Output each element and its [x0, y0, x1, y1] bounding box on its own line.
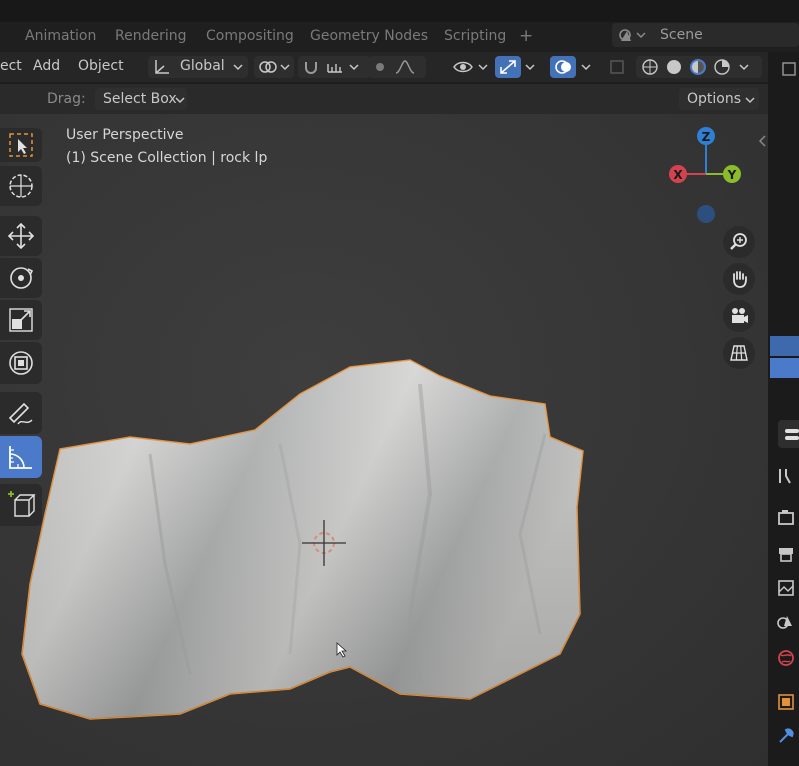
scale-icon [9, 308, 33, 332]
x-axis-label: X [673, 168, 683, 182]
3d-cursor-icon[interactable] [302, 518, 346, 568]
transform-icon [9, 351, 33, 375]
view-layer-properties-icon[interactable] [776, 578, 796, 598]
shading-mode-icons [642, 59, 749, 75]
add-workspace-button[interactable]: + [519, 26, 533, 46]
tool-add-cube[interactable] [0, 484, 42, 526]
tool-properties-icon[interactable] [776, 466, 796, 486]
scene-properties-icon[interactable] [776, 612, 796, 632]
menu-select[interactable]: ect [0, 58, 22, 74]
drag-label: Drag: [47, 91, 86, 107]
tab-geometry-nodes[interactable]: Geometry Nodes [310, 28, 428, 44]
scene-icon[interactable] [617, 26, 647, 44]
chevron-down-icon [175, 97, 185, 104]
zoom-icon [730, 233, 747, 250]
proportional-edit-icon [376, 60, 415, 74]
options-label: Options [687, 91, 742, 107]
grid-icon [730, 345, 748, 361]
chevron-down-icon [745, 97, 755, 104]
menu-object[interactable]: Object [78, 58, 124, 74]
tab-rendering[interactable]: Rendering [115, 28, 187, 44]
tab-scripting[interactable]: Scripting [444, 28, 506, 44]
y-axis-label: Y [727, 168, 737, 182]
measure-icon [9, 446, 32, 469]
menu-add[interactable]: Add [33, 58, 60, 74]
gizmo-arrow-icon [500, 60, 516, 74]
scene-name[interactable]: Scene [660, 27, 703, 43]
mouse-pointer-icon [336, 642, 348, 658]
camera-view-button[interactable] [723, 300, 755, 332]
cursor-icon [9, 174, 33, 198]
select-box-icon [9, 133, 33, 157]
outliner-selected-row[interactable] [770, 336, 799, 356]
tool-move[interactable] [0, 216, 42, 256]
move-icon [7, 222, 35, 250]
tool-scale[interactable] [0, 300, 42, 340]
tool-rotate[interactable] [0, 258, 42, 298]
orientation-axes-icon [155, 60, 169, 74]
world-properties-icon[interactable] [776, 648, 796, 668]
output-properties-icon[interactable] [776, 544, 796, 564]
snap-magnet-icon [305, 62, 359, 74]
chevron-down-icon[interactable] [524, 62, 536, 72]
hand-icon [733, 271, 747, 288]
transform-orientation-value: Global [180, 58, 225, 74]
visibility-eye-icon[interactable] [452, 58, 492, 76]
render-properties-icon[interactable] [776, 508, 796, 528]
outliner-active-row[interactable] [770, 358, 799, 378]
title-strip [0, 0, 799, 22]
z-axis-label: Z [702, 130, 711, 144]
drag-mode-value: Select Box [103, 91, 177, 107]
chevron-down-icon [233, 64, 243, 71]
tool-select-box[interactable] [0, 128, 42, 162]
rotate-icon [10, 267, 34, 289]
camera-icon [732, 308, 748, 323]
rock-mesh[interactable] [0, 114, 768, 766]
annotate-icon [8, 402, 33, 425]
modifier-properties-icon[interactable] [776, 726, 796, 746]
object-properties-icon[interactable] [776, 692, 796, 712]
properties-toggle-icon [785, 429, 799, 440]
xray-toggle-icon[interactable] [608, 58, 628, 76]
pan-button[interactable] [723, 263, 755, 295]
editor-type-icon[interactable] [780, 60, 799, 78]
tool-measure[interactable] [0, 436, 42, 478]
pivot-link-icon [259, 61, 290, 73]
add-cube-icon [8, 491, 36, 517]
tool-annotate[interactable] [0, 392, 42, 434]
tab-compositing[interactable]: Compositing [206, 28, 294, 44]
overlay-icon [555, 60, 571, 74]
tool-cursor[interactable] [0, 166, 42, 206]
ortho-toggle-button[interactable] [723, 337, 755, 369]
tab-animation[interactable]: Animation [25, 28, 96, 44]
chevron-down-icon[interactable] [580, 62, 592, 72]
zoom-button[interactable] [723, 226, 755, 258]
navigation-gizmo[interactable]: Z Y X [660, 122, 760, 232]
tool-transform[interactable] [0, 342, 42, 384]
